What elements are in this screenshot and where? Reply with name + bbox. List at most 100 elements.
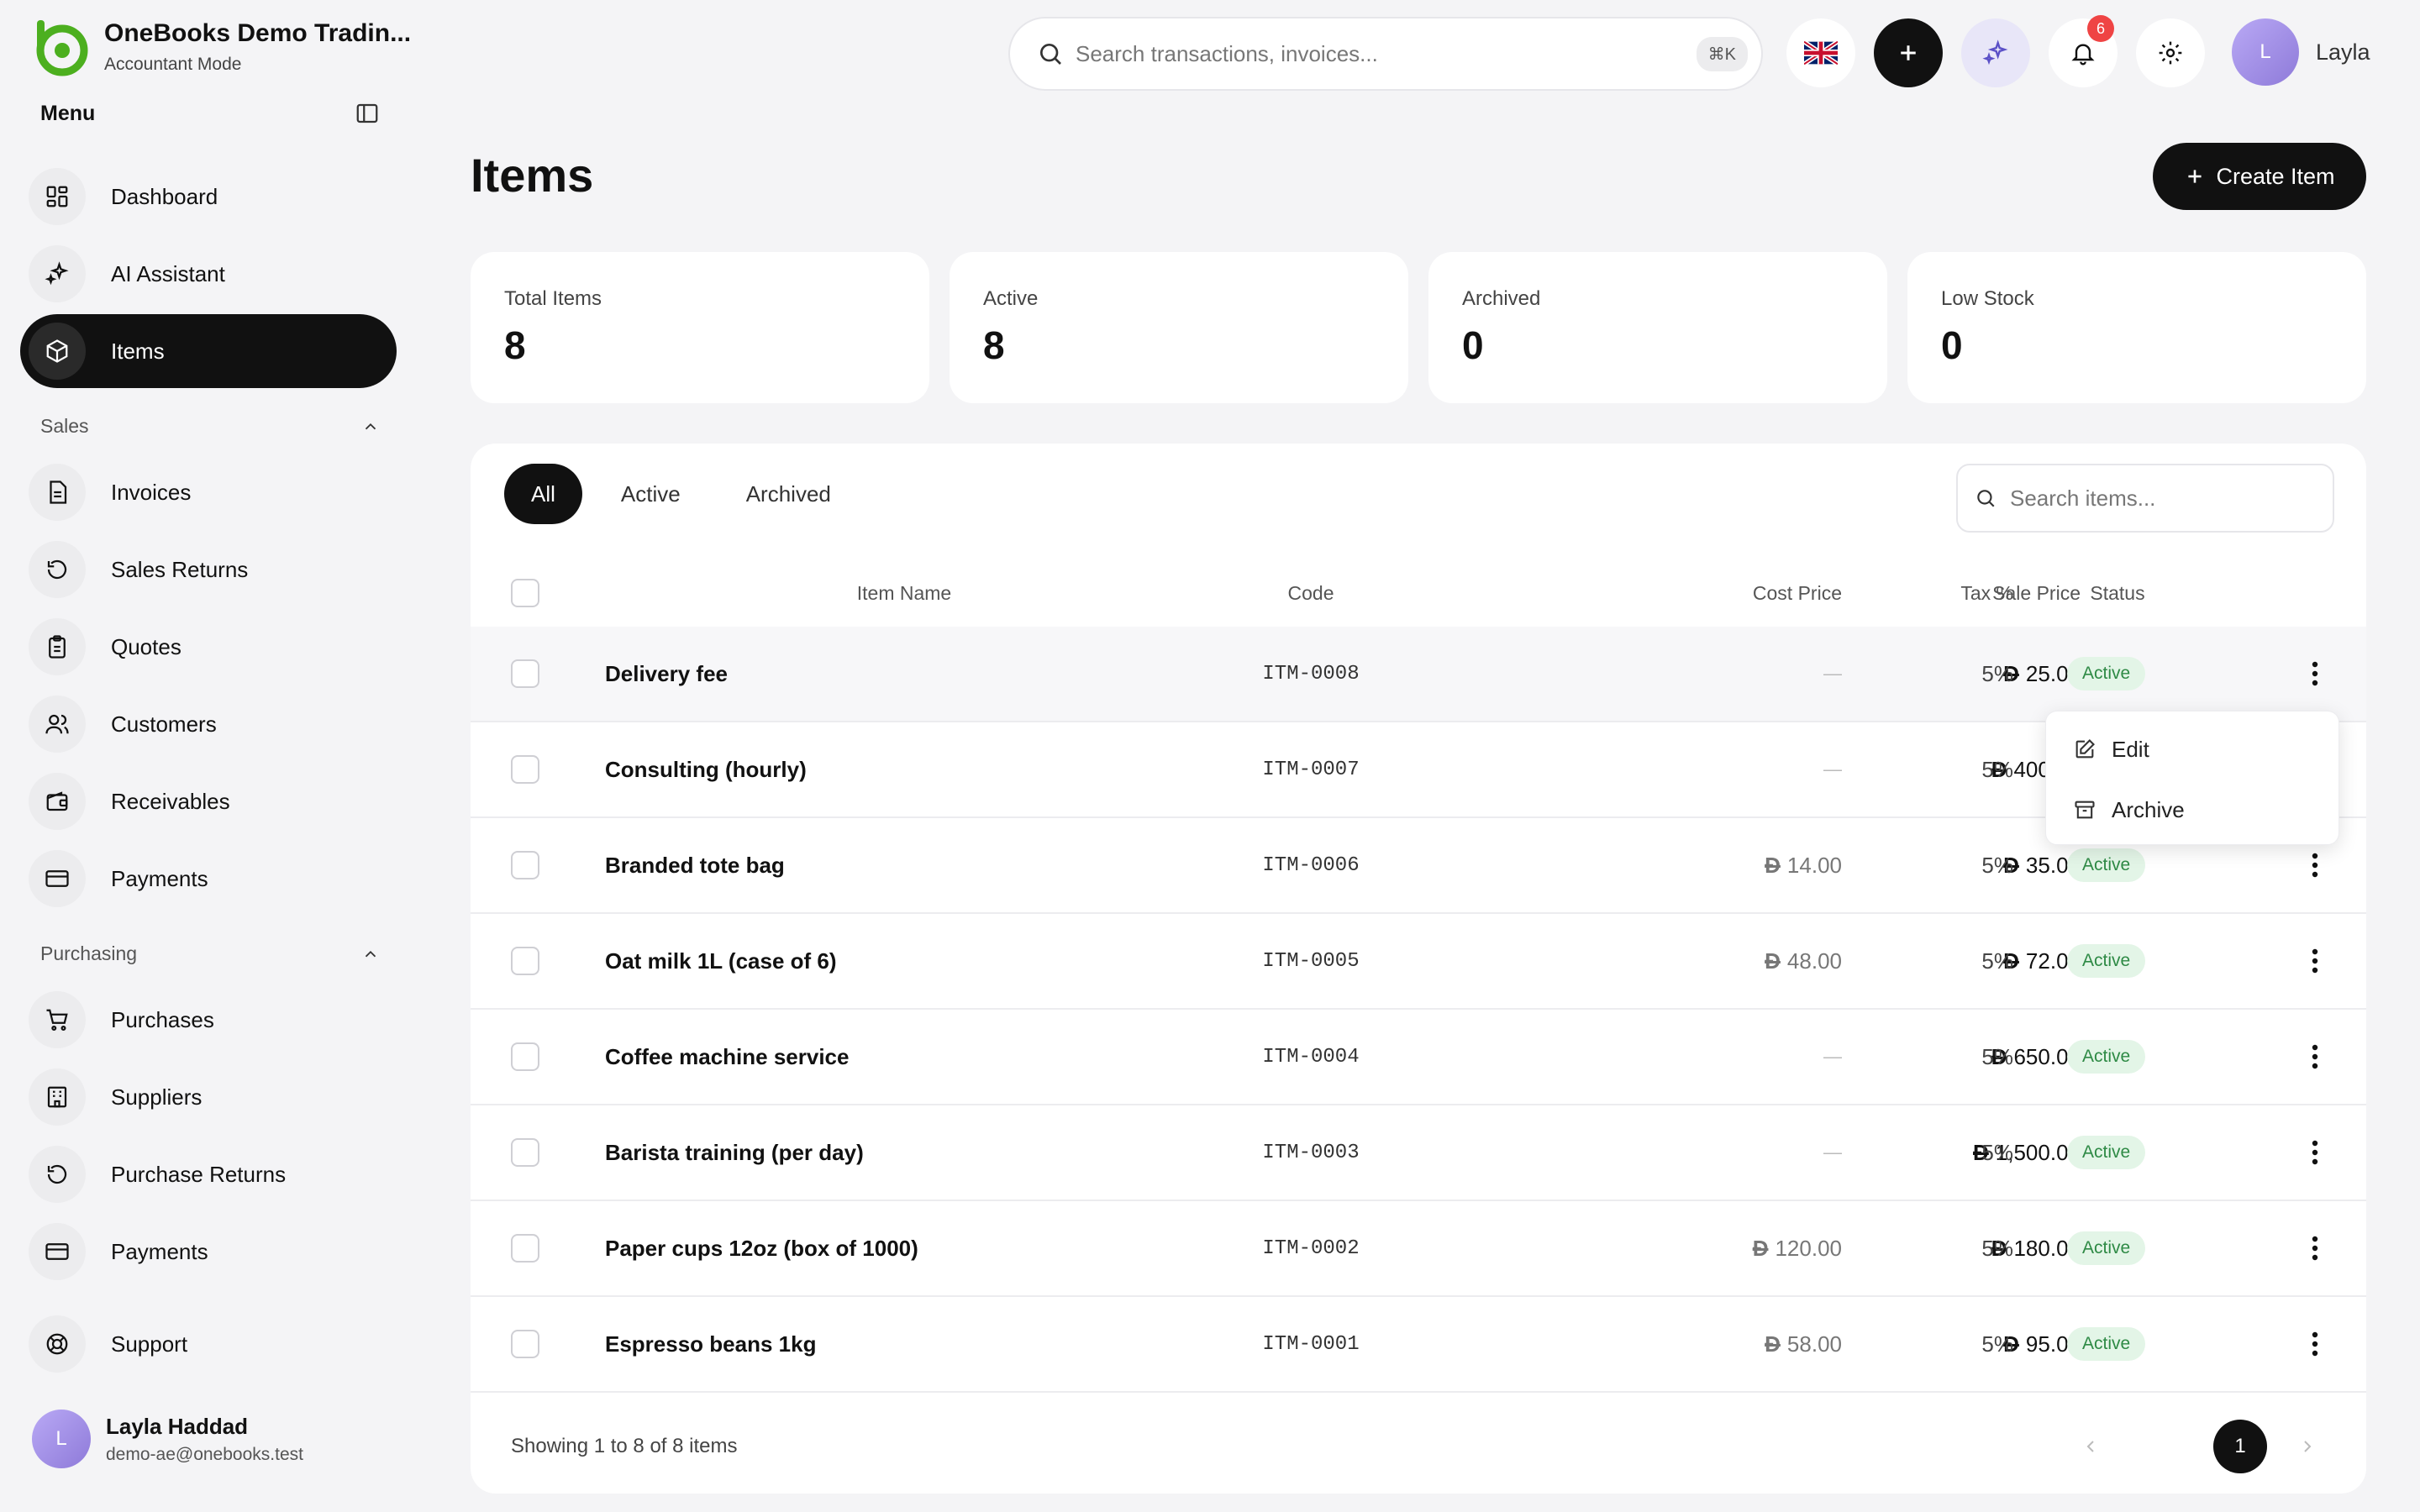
row-checkbox[interactable] [511, 755, 539, 784]
users-icon [29, 696, 86, 753]
sidebar-item-receivables[interactable]: Receivables [20, 764, 397, 838]
sidebar-item-label: Payments [111, 865, 208, 891]
stat-label: Active [983, 287, 1039, 310]
sidebar-item-invoices[interactable]: Invoices [20, 455, 397, 529]
status-cell: Active [2067, 1201, 2146, 1295]
dashboard-icon [29, 168, 86, 225]
more-vertical-icon [2298, 944, 2332, 978]
sidebar-item-label: Suppliers [111, 1084, 203, 1110]
search-icon [1977, 490, 1995, 507]
sidebar: OneBooks Demo Tradin... Accountant Mode … [0, 0, 420, 1512]
ai-assistant-button[interactable] [1961, 18, 2030, 87]
col-code[interactable]: Code [1227, 559, 1395, 627]
archive-label: Archive [2112, 796, 2185, 822]
quick-add-button[interactable] [1874, 18, 1943, 87]
col-tax[interactable]: Tax % [1845, 559, 2013, 627]
item-name[interactable]: Oat milk 1L (case of 6) [605, 914, 837, 1008]
global-search[interactable]: Search transactions, invoices... ⌘K [1008, 17, 1763, 91]
sidebar-item-label: Quotes [111, 633, 182, 659]
notifications-button[interactable]: 6 [2049, 15, 2118, 87]
table-row[interactable]: Espresso beans 1kg ITM-0001 Đ 95.00 Đ 58.00 5%… [471, 1297, 2366, 1393]
stat-card-low-stock: Low Stock 0 [1907, 252, 2366, 403]
sidebar-item-quotes[interactable]: Quotes [20, 610, 397, 684]
status-badge: Active [2067, 1231, 2146, 1265]
row-checkbox[interactable] [511, 1234, 539, 1263]
item-name[interactable]: Coffee machine service [605, 1010, 849, 1104]
sidebar-item-items[interactable]: Items [20, 314, 397, 388]
col-status[interactable]: Status [2033, 559, 2202, 627]
page-number-button[interactable]: 1 [2213, 1420, 2267, 1473]
table-header: Item Name Code Sale Price Cost Price Tax… [471, 559, 2366, 628]
row-actions-button[interactable] [2298, 1297, 2332, 1391]
tab-all[interactable]: All [504, 464, 582, 524]
status-cell: Active [2067, 1105, 2146, 1200]
prev-page-button[interactable] [2072, 1428, 2109, 1465]
clipboard-icon [29, 618, 86, 675]
row-checkbox[interactable] [511, 851, 539, 879]
table-row[interactable]: Delivery fee ITM-0008 Đ 25.00—5% Active [471, 627, 2366, 722]
row-actions-button[interactable] [2298, 627, 2332, 721]
search-input[interactable]: Search transactions, invoices... [1076, 41, 1697, 67]
table-row[interactable]: Paper cups 12oz (box of 1000) ITM-0002 Đ 18… [471, 1201, 2366, 1297]
col-cost-price[interactable]: Cost Price [1590, 559, 1842, 627]
item-name[interactable]: Paper cups 12oz (box of 1000) [605, 1201, 918, 1295]
row-checkbox[interactable] [511, 1042, 539, 1071]
sidebar-toggle-icon[interactable] [355, 101, 380, 126]
user-profile[interactable]: L Layla Haddad demo-ae@onebooks.test [32, 1410, 303, 1468]
item-name[interactable]: Barista training (per day) [605, 1105, 864, 1200]
sidebar-item-customers[interactable]: Customers [20, 687, 397, 761]
sidebar-item-sales-payments[interactable]: Payments [20, 842, 397, 916]
next-page-button[interactable] [2289, 1428, 2326, 1465]
stat-label: Low Stock [1941, 287, 2034, 310]
select-all-checkbox[interactable] [511, 579, 539, 607]
tax-rate: 5% [1981, 1139, 2013, 1165]
sidebar-item-dashboard[interactable]: Dashboard [20, 160, 397, 234]
sales-section-title: Sales [40, 415, 89, 437]
table-row[interactable]: Barista training (per day) ITM-0003 Đ 1,500… [471, 1105, 2366, 1201]
row-actions-button[interactable] [2298, 1105, 2332, 1200]
item-name[interactable]: Delivery fee [605, 627, 728, 721]
row-checkbox[interactable] [511, 947, 539, 975]
col-item-name[interactable]: Item Name [805, 559, 1003, 627]
row-checkbox[interactable] [511, 1138, 539, 1167]
company-mode: Accountant Mode [104, 55, 242, 74]
row-actions-button[interactable] [2298, 1010, 2332, 1104]
row-actions-button[interactable] [2298, 1201, 2332, 1295]
sidebar-item-suppliers[interactable]: Suppliers [20, 1060, 397, 1134]
tab-active[interactable]: Active [594, 464, 708, 524]
archive-menu-item[interactable]: Archive [2073, 789, 2185, 831]
settings-button[interactable] [2136, 18, 2205, 87]
sales-section-header[interactable]: Sales [40, 415, 380, 438]
brand[interactable]: OneBooks Demo Tradin... Accountant Mode [30, 17, 411, 77]
row-checkbox[interactable] [511, 1330, 539, 1358]
item-code: ITM-0002 [1262, 1236, 1360, 1260]
row-checkbox[interactable] [511, 659, 539, 688]
sidebar-item-sales-returns[interactable]: Sales Returns [20, 533, 397, 606]
edit-menu-item[interactable]: Edit [2073, 728, 2149, 770]
stat-card-archived: Archived 0 [1428, 252, 1887, 403]
language-button[interactable] [1786, 18, 1855, 87]
item-name[interactable]: Consulting (hourly) [605, 722, 807, 816]
sidebar-item-ai-assistant[interactable]: AI Assistant [20, 237, 397, 311]
purchasing-section-header[interactable]: Purchasing [40, 942, 380, 965]
item-name[interactable]: Branded tote bag [605, 818, 785, 912]
items-search-input[interactable]: Search items... [1956, 464, 2334, 533]
more-vertical-icon [2298, 848, 2332, 882]
sidebar-item-purchase-returns[interactable]: Purchase Returns [20, 1137, 397, 1211]
empty-cost: — [1823, 663, 1842, 684]
sidebar-item-purchases[interactable]: Purchases [20, 983, 397, 1057]
return-icon [29, 541, 86, 598]
tab-archived[interactable]: Archived [719, 464, 858, 524]
item-name[interactable]: Espresso beans 1kg [605, 1297, 816, 1391]
sidebar-item-support[interactable]: Support [20, 1307, 397, 1381]
user-menu[interactable]: L Layla [2232, 18, 2370, 86]
company-name: OneBooks Demo Tradin... [104, 19, 412, 47]
sidebar-item-purchase-payments[interactable]: Payments [20, 1215, 397, 1289]
create-item-button[interactable]: Create Item [2153, 143, 2366, 210]
table-row[interactable]: Coffee machine service ITM-0004 Đ 650.00—5%… [471, 1010, 2366, 1105]
cost-price-cell: Đ 48.00 [1590, 914, 1842, 1008]
cost-price-cell: — [1590, 627, 1842, 721]
credit-card-icon [29, 1223, 86, 1280]
row-actions-button[interactable] [2298, 914, 2332, 1008]
table-row[interactable]: Oat milk 1L (case of 6) ITM-0005 Đ 72.00 Đ 48… [471, 914, 2366, 1010]
